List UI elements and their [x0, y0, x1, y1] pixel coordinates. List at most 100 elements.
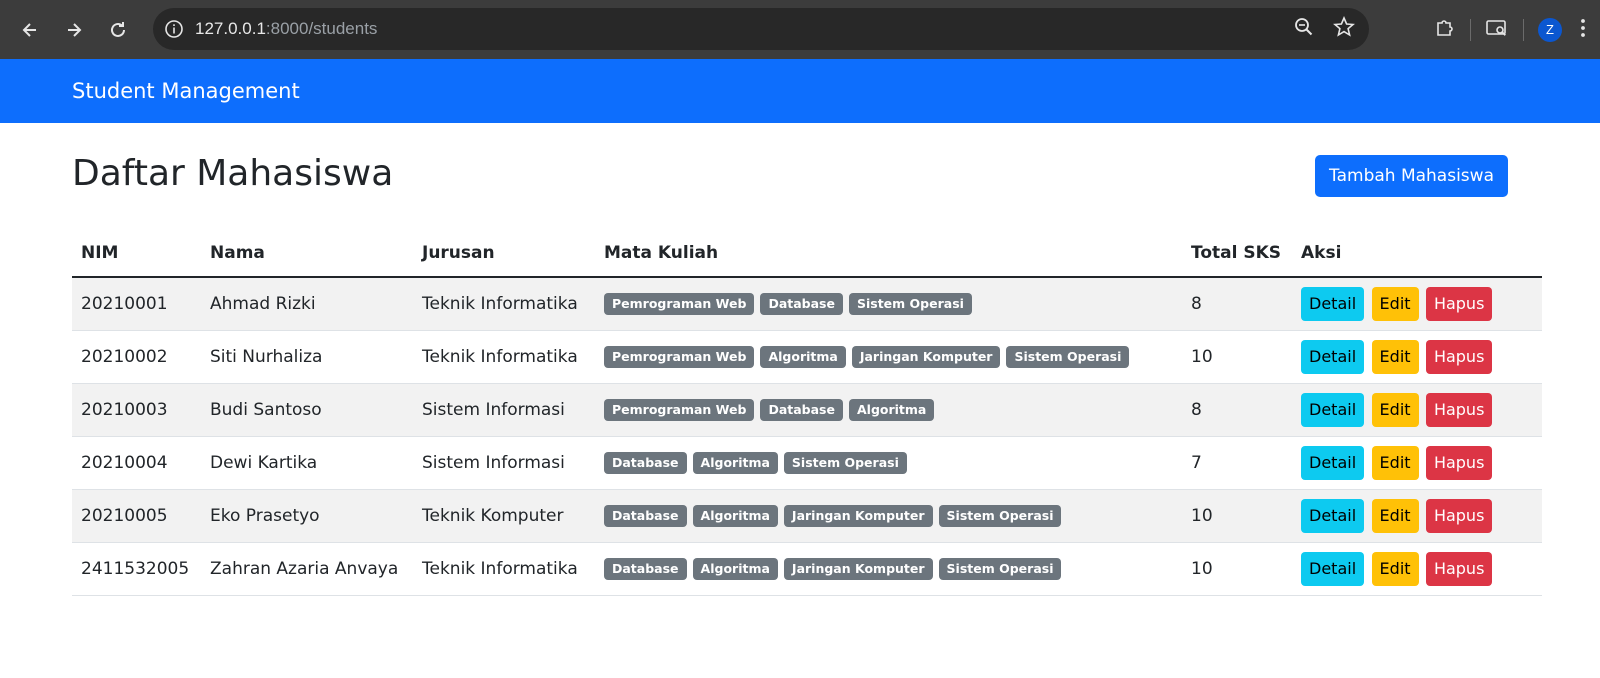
- cell-jurusan: Sistem Informasi: [413, 383, 595, 437]
- cell-mata-kuliah: Database Algoritma Jaringan Komputer Sistem…: [595, 489, 1182, 543]
- cell-mata-kuliah: Database Algoritma Sistem Operasi: [595, 436, 1182, 490]
- site-info-icon[interactable]: [161, 16, 187, 42]
- edit-button[interactable]: Edit: [1371, 446, 1419, 480]
- cell-aksi: Detail Edit Hapus: [1292, 489, 1542, 543]
- edit-button[interactable]: Edit: [1371, 552, 1419, 586]
- detail-button[interactable]: Detail: [1301, 552, 1365, 586]
- cell-nim: 20210005: [72, 489, 201, 543]
- course-badge: Database: [604, 558, 687, 580]
- cell-nim: 2411532005: [72, 542, 201, 596]
- delete-button[interactable]: Hapus: [1425, 552, 1493, 586]
- address-bar[interactable]: 127.0.0.1:8000/students: [153, 8, 1369, 50]
- course-badge: Pemrograman Web: [604, 399, 755, 421]
- edit-button[interactable]: Edit: [1371, 287, 1419, 321]
- cell-aksi: Detail Edit Hapus: [1292, 542, 1542, 596]
- cell-jurusan: Teknik Komputer: [413, 489, 595, 543]
- header-total-sks: Total SKS: [1182, 229, 1292, 278]
- cell-aksi: Detail Edit Hapus: [1292, 436, 1542, 490]
- reload-button[interactable]: [98, 10, 138, 50]
- course-badge: Jaringan Komputer: [783, 558, 933, 580]
- navbar-brand[interactable]: Student Management: [72, 79, 300, 103]
- cell-mata-kuliah: Database Algoritma Jaringan Komputer Sistem…: [595, 542, 1182, 596]
- header-jurusan: Jurusan: [413, 229, 595, 278]
- edit-button[interactable]: Edit: [1371, 499, 1419, 533]
- course-badge: Algoritma: [692, 505, 778, 527]
- cell-nama: Zahran Azaria Anvaya: [201, 542, 413, 596]
- page-title: Daftar Mahasiswa: [72, 153, 394, 194]
- cell-nama: Eko Prasetyo: [201, 489, 413, 543]
- add-student-button[interactable]: Tambah Mahasiswa: [1315, 155, 1508, 197]
- course-badge: Sistem Operasi: [848, 293, 972, 315]
- cell-nim: 20210003: [72, 383, 201, 437]
- profile-avatar[interactable]: Z: [1538, 17, 1562, 42]
- detail-button[interactable]: Detail: [1301, 499, 1365, 533]
- course-badge: Sistem Operasi: [938, 505, 1062, 527]
- table-body: 20210001 Ahmad Rizki Teknik Informatika …: [72, 277, 1542, 596]
- cell-nim: 20210004: [72, 436, 201, 490]
- delete-button[interactable]: Hapus: [1425, 499, 1493, 533]
- app-navbar: Student Management: [0, 59, 1600, 123]
- header-aksi: Aksi: [1292, 229, 1542, 278]
- course-badge: Sistem Operasi: [938, 558, 1062, 580]
- delete-button[interactable]: Hapus: [1425, 287, 1493, 321]
- detail-button[interactable]: Detail: [1301, 446, 1365, 480]
- cell-aksi: Detail Edit Hapus: [1292, 277, 1542, 331]
- extensions-icon[interactable]: [1434, 17, 1456, 43]
- table-row: 20210005 Eko Prasetyo Teknik Komputer Da…: [72, 489, 1542, 543]
- detail-button[interactable]: Detail: [1301, 340, 1365, 374]
- course-badge: Pemrograman Web: [604, 293, 755, 315]
- bookmark-star-icon[interactable]: [1333, 15, 1355, 42]
- course-badge: Algoritma: [692, 558, 778, 580]
- cell-nim: 20210002: [72, 330, 201, 384]
- table-header-row: NIM Nama Jurusan Mata Kuliah Total SKS A…: [72, 229, 1542, 278]
- media-search-icon[interactable]: [1485, 17, 1509, 43]
- detail-button[interactable]: Detail: [1301, 287, 1365, 321]
- browser-toolbar: 127.0.0.1:8000/students Z: [0, 0, 1600, 59]
- detail-button[interactable]: Detail: [1301, 393, 1365, 427]
- cell-nama: Siti Nurhaliza: [201, 330, 413, 384]
- cell-nama: Ahmad Rizki: [201, 277, 413, 331]
- course-badge: Database: [760, 399, 843, 421]
- cell-nama: Dewi Kartika: [201, 436, 413, 490]
- cell-total-sks: 8: [1182, 277, 1292, 331]
- arrow-right-icon: [68, 22, 82, 37]
- edit-button[interactable]: Edit: [1371, 340, 1419, 374]
- cell-jurusan: Teknik Informatika: [413, 277, 595, 331]
- cell-mata-kuliah: Pemrograman Web Database Algoritma: [595, 383, 1182, 437]
- delete-button[interactable]: Hapus: [1425, 340, 1493, 374]
- forward-button[interactable]: [54, 10, 94, 50]
- back-button[interactable]: [10, 10, 50, 50]
- table-row: 20210003 Budi Santoso Sistem Informasi P…: [72, 383, 1542, 437]
- course-badge: Pemrograman Web: [604, 346, 755, 368]
- table-row: 20210004 Dewi Kartika Sistem Informasi D…: [72, 436, 1542, 490]
- course-badge: Jaringan Komputer: [851, 346, 1001, 368]
- table-row: 20210002 Siti Nurhaliza Teknik Informati…: [72, 330, 1542, 384]
- course-badge: Sistem Operasi: [1006, 346, 1130, 368]
- header-nim: NIM: [72, 229, 201, 278]
- cell-aksi: Detail Edit Hapus: [1292, 383, 1542, 437]
- header-mata-kuliah: Mata Kuliah: [595, 229, 1182, 278]
- delete-button[interactable]: Hapus: [1425, 446, 1493, 480]
- cell-jurusan: Sistem Informasi: [413, 436, 595, 490]
- course-badge: Algoritma: [848, 399, 935, 421]
- zoom-icon[interactable]: [1293, 16, 1315, 42]
- course-badge: Sistem Operasi: [783, 452, 907, 474]
- header-nama: Nama: [201, 229, 413, 278]
- students-table: NIM Nama Jurusan Mata Kuliah Total SKS A…: [72, 229, 1542, 596]
- cell-mata-kuliah: Pemrograman Web Algoritma Jaringan Kompute…: [595, 330, 1182, 384]
- kebab-menu-icon[interactable]: [1580, 17, 1586, 43]
- arrow-left-icon: [22, 22, 36, 37]
- course-badge: Database: [604, 452, 687, 474]
- cell-total-sks: 8: [1182, 383, 1292, 437]
- edit-button[interactable]: Edit: [1371, 393, 1419, 427]
- cell-total-sks: 7: [1182, 436, 1292, 490]
- cell-total-sks: 10: [1182, 542, 1292, 596]
- toolbar-right: Z: [1434, 0, 1600, 59]
- cell-mata-kuliah: Pemrograman Web Database Sistem Operasi: [595, 277, 1182, 331]
- course-badge: Algoritma: [692, 452, 778, 474]
- delete-button[interactable]: Hapus: [1425, 393, 1493, 427]
- cell-nama: Budi Santoso: [201, 383, 413, 437]
- main-content: Daftar Mahasiswa Tambah Mahasiswa NIM Na…: [72, 123, 1542, 596]
- course-badge: Jaringan Komputer: [783, 505, 933, 527]
- cell-total-sks: 10: [1182, 330, 1292, 384]
